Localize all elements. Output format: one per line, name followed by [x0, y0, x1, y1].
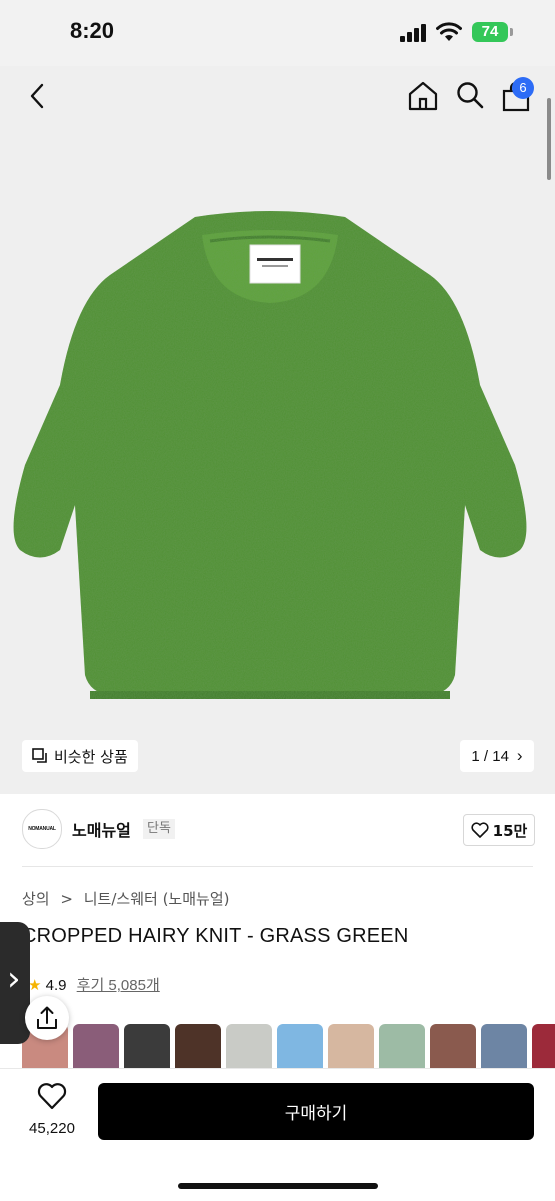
home-indicator[interactable] — [178, 1183, 378, 1189]
color-swatch-list[interactable] — [22, 1024, 555, 1068]
share-button[interactable] — [25, 996, 69, 1040]
color-swatch[interactable] — [175, 1024, 221, 1068]
share-icon — [37, 1006, 57, 1029]
breadcrumb-subcategory[interactable]: 니트/스웨터 (노매뉴얼) — [84, 890, 230, 908]
copy-icon — [32, 748, 47, 763]
color-swatch[interactable] — [226, 1024, 272, 1068]
similar-products-button[interactable]: 비슷한 상품 — [22, 740, 138, 772]
image-page-indicator[interactable]: 1 / 14 › — [460, 740, 534, 772]
wishlist-count: 45,220 — [29, 1120, 75, 1137]
rating-row: ★ 4.9 후기 5,085개 — [28, 974, 160, 995]
breadcrumb: 상의 > 니트/스웨터 (노매뉴얼) — [22, 888, 229, 909]
scrollbar-thumb[interactable] — [547, 98, 551, 180]
brand-name[interactable]: 노매뉴얼 — [72, 817, 131, 841]
color-swatch[interactable] — [328, 1024, 374, 1068]
heart-icon — [471, 822, 489, 838]
battery-icon: 74 — [472, 22, 508, 42]
brand-logo[interactable]: NOMANUAL — [22, 809, 62, 849]
color-swatch[interactable] — [73, 1024, 119, 1068]
back-icon[interactable] — [24, 82, 52, 110]
color-swatch[interactable] — [124, 1024, 170, 1068]
signal-icon — [400, 24, 426, 42]
exclusive-badge: 단독 — [143, 819, 175, 839]
brand-like-button[interactable]: 15만 — [463, 814, 535, 846]
color-swatch[interactable] — [481, 1024, 527, 1068]
status-bar: 8:20 74 — [0, 0, 555, 66]
heart-icon — [37, 1083, 67, 1110]
page-indicator-text: 1 / 14 — [471, 747, 509, 765]
color-swatch[interactable] — [532, 1024, 555, 1068]
divider — [22, 866, 533, 867]
similar-products-label: 비슷한 상품 — [54, 747, 128, 766]
brand-like-count: 15만 — [492, 821, 528, 840]
breadcrumb-category[interactable]: 상의 — [22, 890, 50, 908]
star-icon: ★ — [28, 977, 42, 994]
color-swatch[interactable] — [430, 1024, 476, 1068]
product-title: CROPPED HAIRY KNIT - GRASS GREEN — [22, 925, 409, 947]
cart-count-badge: 6 — [512, 77, 534, 99]
product-photo-sweater — [13, 211, 527, 699]
home-icon[interactable] — [407, 80, 439, 112]
rating-score: 4.9 — [45, 977, 67, 994]
wishlist-button[interactable]: 45,220 — [22, 1082, 82, 1137]
status-time: 8:20 — [70, 18, 115, 43]
color-swatch[interactable] — [277, 1024, 323, 1068]
wifi-icon — [436, 22, 462, 41]
search-icon[interactable] — [455, 80, 485, 110]
breadcrumb-separator: > — [60, 889, 73, 908]
chevron-right-icon: › — [516, 746, 523, 765]
brand-row: NOMANUAL 노매뉴얼 단독 15만 — [0, 795, 555, 867]
review-link[interactable]: 후기 5,085개 — [77, 977, 160, 994]
chevron-right-icon: › — [7, 959, 21, 999]
buy-button[interactable]: 구매하기 — [98, 1083, 534, 1140]
battery-cap — [510, 28, 513, 36]
color-swatch[interactable] — [379, 1024, 425, 1068]
